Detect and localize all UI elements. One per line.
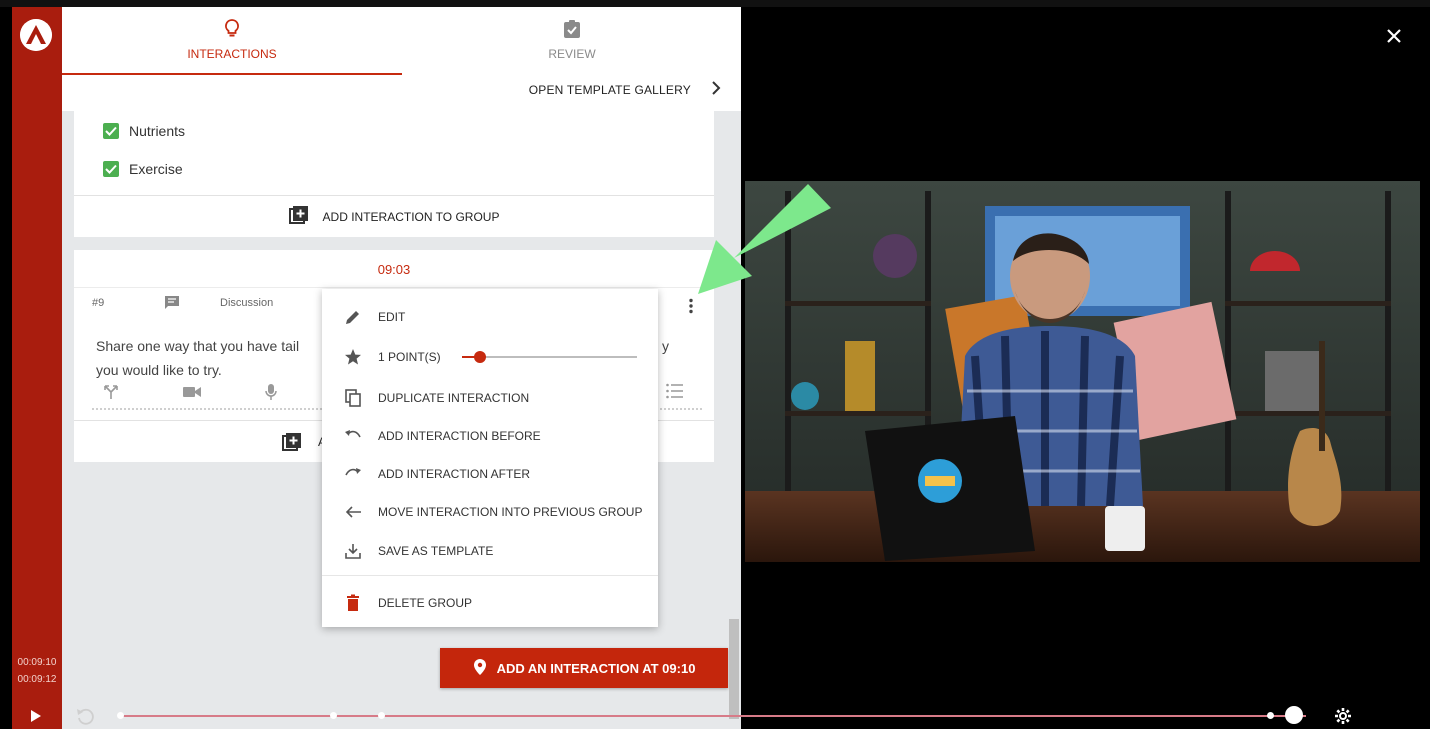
redo-arrow-icon <box>344 465 362 483</box>
interaction-number: #9 <box>92 297 105 309</box>
checkbox-checked-icon[interactable] <box>103 123 119 139</box>
tab-review-label: REVIEW <box>548 47 596 61</box>
menu-item-points[interactable]: 1 POINT(S) <box>322 343 658 371</box>
interaction-group-card: Nutrients Exercise ADD INTERACTION TO GR… <box>74 111 714 237</box>
group-timestamp[interactable]: 09:03 <box>74 262 714 277</box>
timeline-marker[interactable] <box>330 712 338 719</box>
menu-item-label: ADD INTERACTION AFTER <box>378 467 531 481</box>
lightbulb-icon <box>225 19 239 42</box>
replay-icon[interactable] <box>76 707 94 729</box>
add-interaction-to-group-button[interactable]: ADD INTERACTION TO GROUP <box>74 195 714 237</box>
menu-item-label: ADD INTERACTION BEFORE <box>378 429 541 443</box>
timeline-playhead[interactable] <box>1285 706 1304 724</box>
menu-item-label: MOVE INTERACTION INTO PREVIOUS GROUP <box>378 505 643 519</box>
checkbox-checked-icon[interactable] <box>103 161 119 177</box>
add-interaction-at-time-label: ADD AN INTERACTION AT 09:10 <box>496 660 696 676</box>
interactions-panel: INTERACTIONS REVIEW OPEN TEMPLATE GALLER… <box>62 7 741 729</box>
add-box-icon <box>282 432 302 455</box>
add-interaction-at-time-button[interactable]: ADD AN INTERACTION AT 09:10 <box>440 648 728 688</box>
close-icon[interactable] <box>1384 26 1404 51</box>
player-controls <box>12 700 1430 729</box>
current-time: 00:09:10 <box>17 657 57 668</box>
list-icon[interactable] <box>666 383 684 404</box>
question-line1-end: y <box>662 338 669 354</box>
menu-item-add-before[interactable]: ADD INTERACTION BEFORE <box>322 422 658 450</box>
points-slider-thumb[interactable] <box>473 351 486 363</box>
option-label: Nutrients <box>129 123 186 139</box>
open-template-gallery-link[interactable]: OPEN TEMPLATE GALLERY <box>529 83 691 97</box>
add-box-icon <box>288 205 309 228</box>
video-preview[interactable] <box>745 181 1420 562</box>
play-icon[interactable] <box>30 709 42 728</box>
menu-item-label: 1 POINT(S) <box>378 350 441 364</box>
star-icon <box>344 348 362 366</box>
tab-interactions[interactable]: INTERACTIONS <box>62 7 402 75</box>
menu-item-label: DELETE GROUP <box>378 596 473 610</box>
option-label: Exercise <box>129 161 183 177</box>
divider <box>74 287 714 288</box>
pencil-icon <box>344 308 362 326</box>
interaction-type: Discussion <box>220 297 274 309</box>
option-nutrients[interactable]: Nutrients <box>103 121 185 141</box>
menu-item-edit[interactable]: EDIT <box>322 303 658 331</box>
timeline-marker[interactable] <box>1267 712 1275 719</box>
menu-item-duplicate[interactable]: DUPLICATE INTERACTION <box>322 384 658 412</box>
menu-item-add-after[interactable]: ADD INTERACTION AFTER <box>322 460 658 488</box>
trash-icon <box>344 594 362 612</box>
branch-icon[interactable] <box>102 383 120 406</box>
menu-item-label: DUPLICATE INTERACTION <box>378 391 530 405</box>
duplicate-icon <box>344 389 362 407</box>
tab-bar: INTERACTIONS REVIEW <box>62 7 741 75</box>
option-exercise[interactable]: Exercise <box>103 159 183 179</box>
menu-item-delete-group[interactable]: DELETE GROUP <box>322 589 658 617</box>
annotation-arrow-icon <box>690 180 840 325</box>
menu-item-label: SAVE AS TEMPLATE <box>378 544 494 558</box>
question-line1: Share one way that you have tail <box>96 338 300 354</box>
undo-arrow-icon <box>344 427 362 445</box>
template-gallery-bar: OPEN TEMPLATE GALLERY <box>62 75 741 111</box>
menu-item-save-template[interactable]: SAVE AS TEMPLATE <box>322 537 658 565</box>
microphone-icon[interactable] <box>264 383 278 406</box>
app-sidebar-rail: 00:09:10 00:09:12 <box>12 7 62 729</box>
menu-item-move-previous[interactable]: MOVE INTERACTION INTO PREVIOUS GROUP <box>322 498 658 526</box>
menu-item-label: EDIT <box>378 310 406 324</box>
tab-review[interactable]: REVIEW <box>402 7 741 75</box>
chevron-right-icon[interactable] <box>711 81 721 98</box>
video-frame-illustration <box>745 181 1420 562</box>
tab-interactions-label: INTERACTIONS <box>187 47 277 61</box>
interaction-context-menu: EDIT 1 POINT(S) DUPLICATE INTERACTION AD… <box>322 289 658 627</box>
location-pin-icon <box>473 658 487 679</box>
arrow-left-icon <box>344 503 362 521</box>
total-time: 00:09:12 <box>17 674 57 685</box>
clipboard-check-icon <box>563 19 581 42</box>
top-border <box>0 0 1430 7</box>
video-timeline[interactable] <box>117 706 1306 724</box>
add-interaction-to-group-label: ADD INTERACTION TO GROUP <box>322 209 500 224</box>
timeline-marker[interactable] <box>117 712 124 719</box>
discussion-icon <box>164 295 180 314</box>
timeline-marker[interactable] <box>377 712 385 719</box>
app-logo-icon[interactable] <box>20 19 52 51</box>
points-slider[interactable] <box>462 351 637 363</box>
download-icon <box>344 542 362 560</box>
menu-divider <box>322 575 658 576</box>
gear-icon[interactable] <box>1334 707 1352 729</box>
video-camera-icon[interactable] <box>182 383 202 406</box>
